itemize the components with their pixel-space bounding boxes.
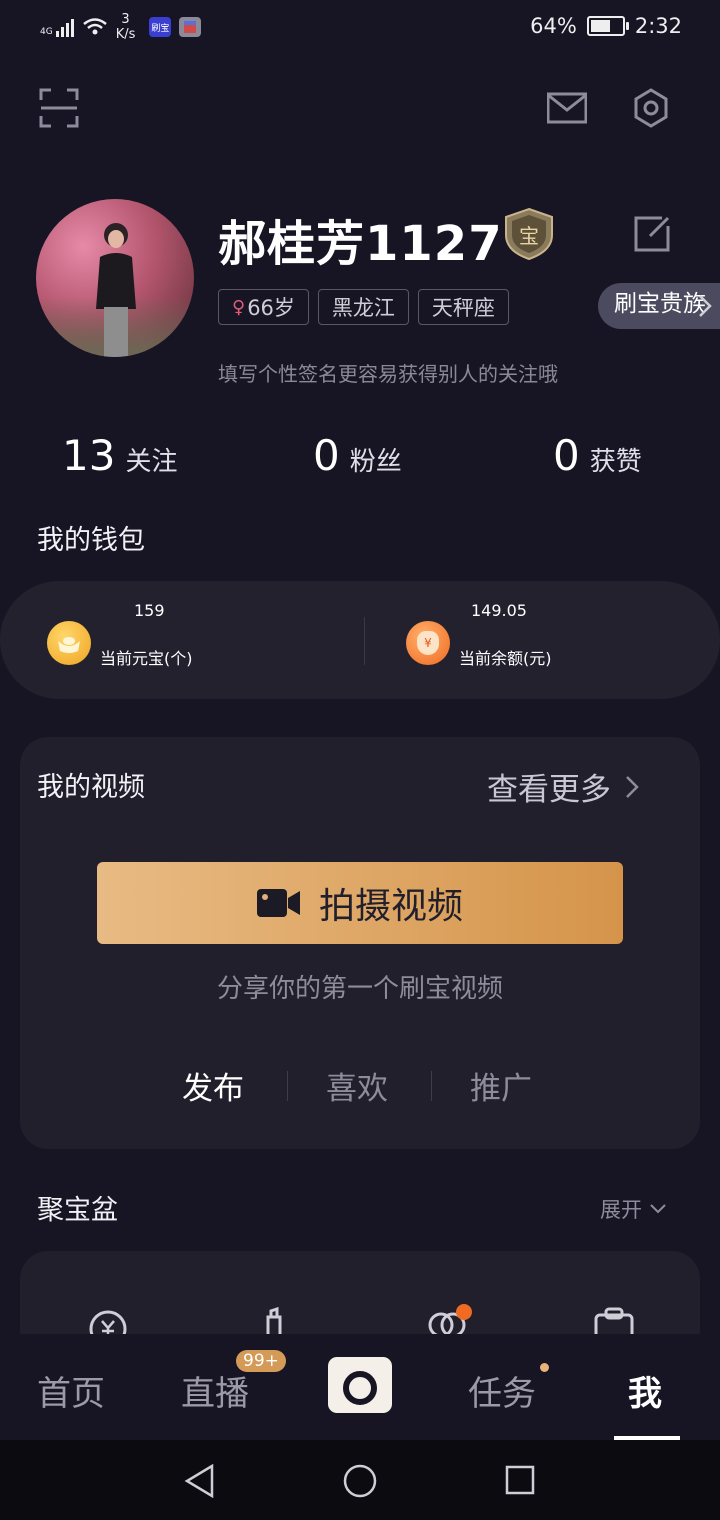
scan-icon[interactable]: [39, 88, 79, 128]
camera-icon: [343, 1357, 377, 1405]
tab-promote[interactable]: 推广: [470, 1063, 532, 1108]
settings-icon[interactable]: [631, 88, 671, 128]
status-bar: 4G 3 K/s 刷宝 64% 2:32: [0, 0, 720, 56]
status-left: 4G 3 K/s 刷宝: [40, 12, 202, 42]
expand-button[interactable]: 展开: [600, 1194, 666, 1224]
wifi-icon: [82, 18, 107, 35]
treasure-title: 聚宝盆: [37, 1195, 118, 1226]
stat-followers[interactable]: 0 粉丝: [313, 431, 402, 480]
username: 郝桂芳1127: [218, 216, 503, 272]
stat-likes[interactable]: 0 获赞: [553, 431, 642, 480]
gold-ingot-icon: [47, 621, 91, 665]
video-camera-icon: [256, 889, 300, 917]
live-badge: 99+: [236, 1350, 286, 1372]
wallet-card: [0, 581, 720, 699]
shuabao-level-badge-icon: 宝: [505, 207, 553, 261]
net-speed: 3 K/s: [115, 12, 136, 42]
nav-live[interactable]: 直播: [181, 1366, 249, 1415]
clock: 2:32: [634, 14, 682, 38]
edit-profile-icon[interactable]: [632, 214, 672, 254]
shoot-video-label: 拍摄视频: [318, 886, 463, 927]
chevron-right-icon: [699, 295, 712, 317]
nav-home[interactable]: 首页: [37, 1366, 105, 1415]
home-circle-icon[interactable]: [342, 1463, 378, 1499]
signal-icon: 4G: [40, 17, 74, 37]
age-tag: ♀ 66岁: [218, 289, 309, 325]
battery-fill: [590, 20, 611, 32]
chevron-right-icon: [626, 775, 639, 798]
svg-text:宝: 宝: [519, 224, 539, 248]
nav-me[interactable]: 我: [628, 1366, 662, 1415]
back-icon[interactable]: [184, 1464, 216, 1498]
avatar-person-image: [96, 223, 136, 357]
lipstick-icon[interactable]: [262, 1307, 286, 1337]
female-icon: ♀: [232, 296, 246, 318]
view-more-link[interactable]: 查看更多: [487, 764, 639, 809]
camera-button[interactable]: [328, 1357, 392, 1413]
battery-percent: 64%: [530, 14, 577, 38]
bio-placeholder[interactable]: 填写个性签名更容易获得别人的关注哦: [218, 358, 558, 387]
shuabao-app-notification-icon: 刷宝: [149, 17, 172, 37]
battery-icon: [586, 16, 629, 36]
status-right: 64% 2:32: [530, 14, 682, 38]
balance-label: 当前余额(元): [459, 649, 552, 668]
ingot-value[interactable]: 159: [134, 601, 165, 620]
tab-publish[interactable]: 发布: [178, 1063, 248, 1108]
vip-label: 刷宝贵族: [614, 291, 706, 317]
network-type: 4G: [40, 27, 53, 37]
nav-tasks[interactable]: 任务: [468, 1366, 536, 1415]
recent-apps-icon[interactable]: [504, 1464, 536, 1496]
ingot-label: 当前元宝(个): [100, 649, 193, 668]
stat-following[interactable]: 13 关注: [62, 431, 177, 480]
tasks-notification-dot: [540, 1363, 549, 1372]
money-bag-icon: ¥: [406, 621, 450, 665]
chevron-down-icon: [650, 1204, 666, 1214]
share-tip: 分享你的第一个刷宝视频: [216, 974, 503, 1004]
vip-entry[interactable]: 刷宝贵族: [598, 283, 720, 329]
wallet-title: 我的钱包: [37, 525, 145, 556]
profile-tags: ♀ 66岁 黑龙江 天秤座: [218, 289, 509, 325]
avatar[interactable]: [36, 199, 194, 357]
balance-value[interactable]: 149.05: [471, 601, 527, 620]
video-tabs: 发布 喜欢 推广: [0, 1063, 720, 1109]
profile-stats: 13 关注 0 粉丝 0 获赞: [0, 431, 720, 487]
region-tag: 黑龙江: [317, 289, 409, 325]
clipboard-icon[interactable]: [592, 1307, 636, 1337]
wallet-divider: [364, 617, 365, 665]
tab-likes[interactable]: 喜欢: [326, 1063, 388, 1108]
mail-icon[interactable]: [547, 88, 587, 128]
coins-icon[interactable]: [427, 1303, 473, 1337]
my-videos-title: 我的视频: [37, 772, 145, 803]
zodiac-tag: 天秤座: [417, 289, 509, 325]
system-navigation-bar: [0, 1440, 720, 1520]
shoot-video-button[interactable]: 拍摄视频: [97, 862, 623, 944]
box-app-notification-icon: [179, 17, 202, 37]
